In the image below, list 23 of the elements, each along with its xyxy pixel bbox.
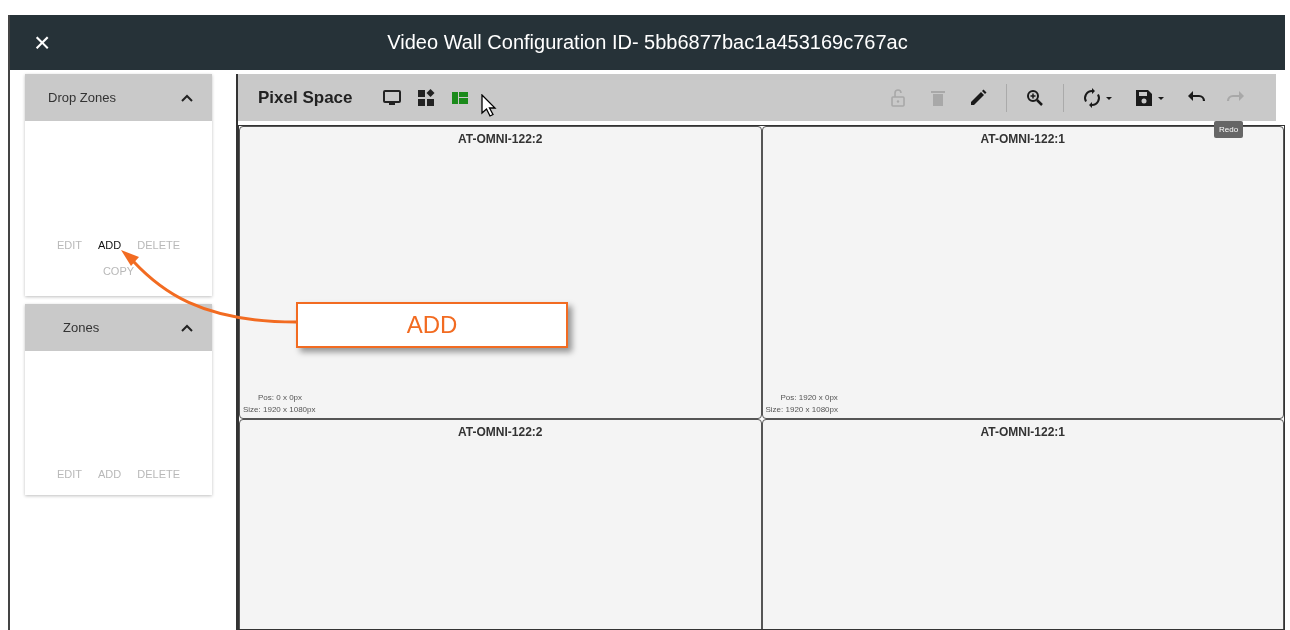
mouse-cursor-icon [481, 94, 497, 118]
chevron-icon [181, 93, 193, 102]
window-title: Video Wall Configuration ID- 5bb6877bac1a453169c767ac [387, 31, 908, 54]
action-button[interactable]: ADD [98, 239, 122, 251]
size-text: Size: 1920 x 1080px [243, 405, 316, 414]
display-name: AT-OMNI-122:1 [980, 425, 1065, 439]
panel-title: Zones [63, 320, 100, 335]
size-text: Size: 1920 x 1080px [765, 405, 838, 414]
display-name: AT-OMNI-122:1 [980, 132, 1065, 146]
close-button[interactable]: × [30, 28, 55, 57]
tooltip: Redo [1214, 121, 1244, 138]
panel-header[interactable]: Drop Zones [25, 74, 212, 121]
display-tile[interactable]: AT-OMNI-122:1 [761, 419, 1284, 629]
annotation-callout: ADD [296, 302, 568, 348]
display-name: AT-OMNI-122:2 [458, 425, 543, 439]
position-text: Pos: 0 x 0px [258, 393, 304, 402]
toolbar-title: Pixel Space [258, 87, 353, 108]
display-tile[interactable]: AT-OMNI-122:2 [239, 419, 762, 629]
chevron-icon [181, 323, 193, 332]
display-name: AT-OMNI-122:2 [458, 132, 543, 146]
position-text: Pos: 1920 x 0px [780, 393, 838, 402]
panel-title: Drop Zones [48, 90, 116, 105]
panel-header[interactable]: Zones [25, 304, 212, 351]
